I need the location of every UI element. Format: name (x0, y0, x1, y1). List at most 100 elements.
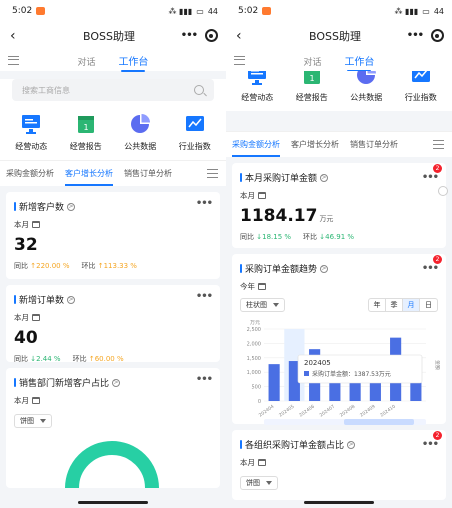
x-tick-label: 202409 (359, 404, 377, 419)
segment-quarter[interactable]: 季 (386, 299, 403, 311)
select-value: 饼图 (246, 479, 260, 487)
quick-item-business-dynamics[interactable]: 经营动态 (232, 71, 282, 103)
info-icon[interactable]: > (112, 378, 121, 387)
card-more-icon[interactable]: ••• (422, 172, 439, 183)
info-icon[interactable]: > (67, 295, 76, 304)
card-title: 本月采购订单金额 (245, 174, 318, 184)
sub-tabs: 采购金额分析 客户增长分析 销售订单分析 (226, 131, 452, 157)
notification-badge: 2 (433, 255, 442, 264)
chevron-down-icon (266, 481, 272, 485)
yoy-value: 18.15 % (262, 233, 292, 241)
subtab-purchase-amount[interactable]: 采购金额分析 (232, 139, 280, 157)
quick-item-label: 行业指数 (178, 142, 211, 151)
x-tick-label: 202404 (258, 404, 276, 419)
info-icon[interactable]: > (320, 173, 329, 182)
chevron-down-icon (273, 303, 279, 307)
menu-icon[interactable] (8, 55, 19, 65)
quick-item-label: 经营动态 (241, 93, 274, 102)
quick-item-business-report[interactable]: 1 经营报告 (61, 113, 111, 152)
trend-icon (411, 71, 430, 82)
calendar-report-icon: 1 (77, 116, 94, 133)
monthly-purchase-amount-card: 本月采购订单金额 > ••• 2 本月 1184.17 万元 同比 ↓18.15 %… (232, 163, 446, 248)
quick-item-business-dynamics[interactable]: 经营动态 (6, 113, 56, 152)
quick-item-business-report[interactable]: 1 经营报告 (287, 71, 337, 103)
target-icon[interactable] (430, 29, 444, 42)
signal-icon: ⁂ ▮▮▮ (168, 6, 193, 16)
tab-chat[interactable]: 对话 (78, 55, 96, 68)
x-tick-label: 202405 (278, 404, 296, 419)
new-orders-card: 新增订单数 > ••• 本月 40 同比 ↓2.44 % 环比 ↑60.00 % (6, 285, 220, 363)
back-icon[interactable]: ‹ (236, 28, 276, 44)
calendar-icon[interactable] (258, 192, 266, 199)
info-icon[interactable]: > (320, 264, 329, 273)
subtab-menu-icon[interactable] (433, 140, 444, 149)
quick-item-industry-index[interactable]: 行业指数 (396, 71, 446, 103)
tab-chat[interactable]: 对话 (304, 55, 322, 68)
subtab-sales-order[interactable]: 销售订单分析 (124, 168, 172, 179)
tooltip-title: 202405 (304, 359, 331, 367)
search-input[interactable]: 搜索工商信息 (12, 79, 214, 101)
purchase-trend-card: 采购订单金额趋势 > ••• 2 今年 柱状图 年 季 月 日 万元 2,500 2,… (232, 254, 446, 425)
calendar-icon[interactable] (32, 314, 40, 321)
nav-title: BOSS助理 (83, 29, 135, 43)
top-tabs-bar: 对话 工作台 (0, 49, 226, 72)
calendar-icon[interactable] (32, 221, 40, 228)
card-more-icon[interactable]: ••• (422, 263, 439, 274)
segment-day[interactable]: 日 (420, 299, 437, 311)
chart-type-select[interactable]: 饼图 (240, 476, 278, 490)
back-icon[interactable]: ‹ (10, 28, 50, 44)
svg-text:1: 1 (83, 123, 88, 132)
calendar-icon[interactable] (258, 283, 266, 290)
menu-icon[interactable] (234, 55, 245, 65)
status-time: 5:02 (12, 6, 33, 16)
card-more-icon[interactable]: ••• (196, 291, 213, 302)
svg-text:1: 1 (309, 74, 314, 83)
quick-item-public-data[interactable]: 公共数据 (115, 113, 165, 152)
calendar-icon[interactable] (258, 459, 266, 466)
chart-type-select[interactable]: 柱状图 (240, 298, 285, 312)
tab-workbench[interactable]: 工作台 (344, 53, 374, 72)
subtab-menu-icon[interactable] (207, 169, 218, 178)
signal-icon: ⁂ ▮▮▮ (394, 6, 419, 16)
more-icon[interactable]: ••• (181, 30, 198, 41)
y-tick-label: 1,000 (247, 370, 261, 376)
right-phone-screen: 5:02 ⁂ ▮▮▮ ▭ 44 ‹ BOSS助理 ••• 对话 工作台 经营动态… (226, 0, 452, 508)
select-value: 饼图 (20, 417, 34, 425)
quick-item-label: 经营报告 (295, 93, 328, 102)
quick-item-label: 公共数据 (124, 142, 157, 151)
x-tick-label: 202408 (339, 404, 357, 419)
calendar-icon[interactable] (32, 397, 40, 404)
subtab-customer-growth[interactable]: 客户增长分析 (65, 168, 113, 186)
battery-icon: ▭ (422, 6, 430, 16)
battery-level: 44 (207, 6, 218, 16)
purchase-trend-chart[interactable]: 万元2,5002,0001,5001,0005000202404 202405 20… (240, 315, 440, 430)
yoy-label: 同比 (14, 262, 28, 270)
tab-workbench[interactable]: 工作台 (118, 53, 148, 72)
search-placeholder: 搜索工商信息 (22, 85, 70, 95)
yoy-label: 同比 (240, 233, 254, 241)
y-axis-unit: 万元 (250, 320, 260, 326)
chart-type-select[interactable]: 饼图 (14, 414, 52, 428)
segment-month[interactable]: 月 (403, 299, 420, 311)
subtab-customer-growth[interactable]: 客户增长分析 (291, 139, 339, 150)
sub-tabs: 采购金额分析 客户增长分析 销售订单分析 (0, 160, 226, 186)
status-bar: 5:02 ⁂ ▮▮▮ ▭ 44 (0, 0, 226, 22)
subtab-sales-order[interactable]: 销售订单分析 (350, 139, 398, 150)
more-icon[interactable]: ••• (407, 30, 424, 41)
card-more-icon[interactable]: ••• (422, 439, 439, 450)
org-purchase-share-card: 各组织采购订单金额占比 > ••• 2 本月 饼图 (232, 430, 446, 500)
card-more-icon[interactable]: ••• (196, 198, 213, 209)
home-indicator (78, 501, 148, 504)
target-icon[interactable] (204, 29, 218, 42)
card-title: 采购订单金额趋势 (245, 265, 318, 275)
info-icon[interactable]: > (347, 440, 356, 449)
info-icon[interactable]: > (67, 202, 76, 211)
quick-item-industry-index[interactable]: 行业指数 (170, 113, 220, 152)
battery-icon: ▭ (196, 6, 204, 16)
card-more-icon[interactable]: ••• (196, 374, 213, 385)
segment-year[interactable]: 年 (369, 299, 386, 311)
scroll-indicator[interactable] (438, 186, 448, 196)
quick-item-public-data[interactable]: 公共数据 (341, 71, 391, 103)
card-title: 新增客户数 (19, 203, 65, 213)
subtab-purchase-amount[interactable]: 采购金额分析 (6, 168, 54, 179)
